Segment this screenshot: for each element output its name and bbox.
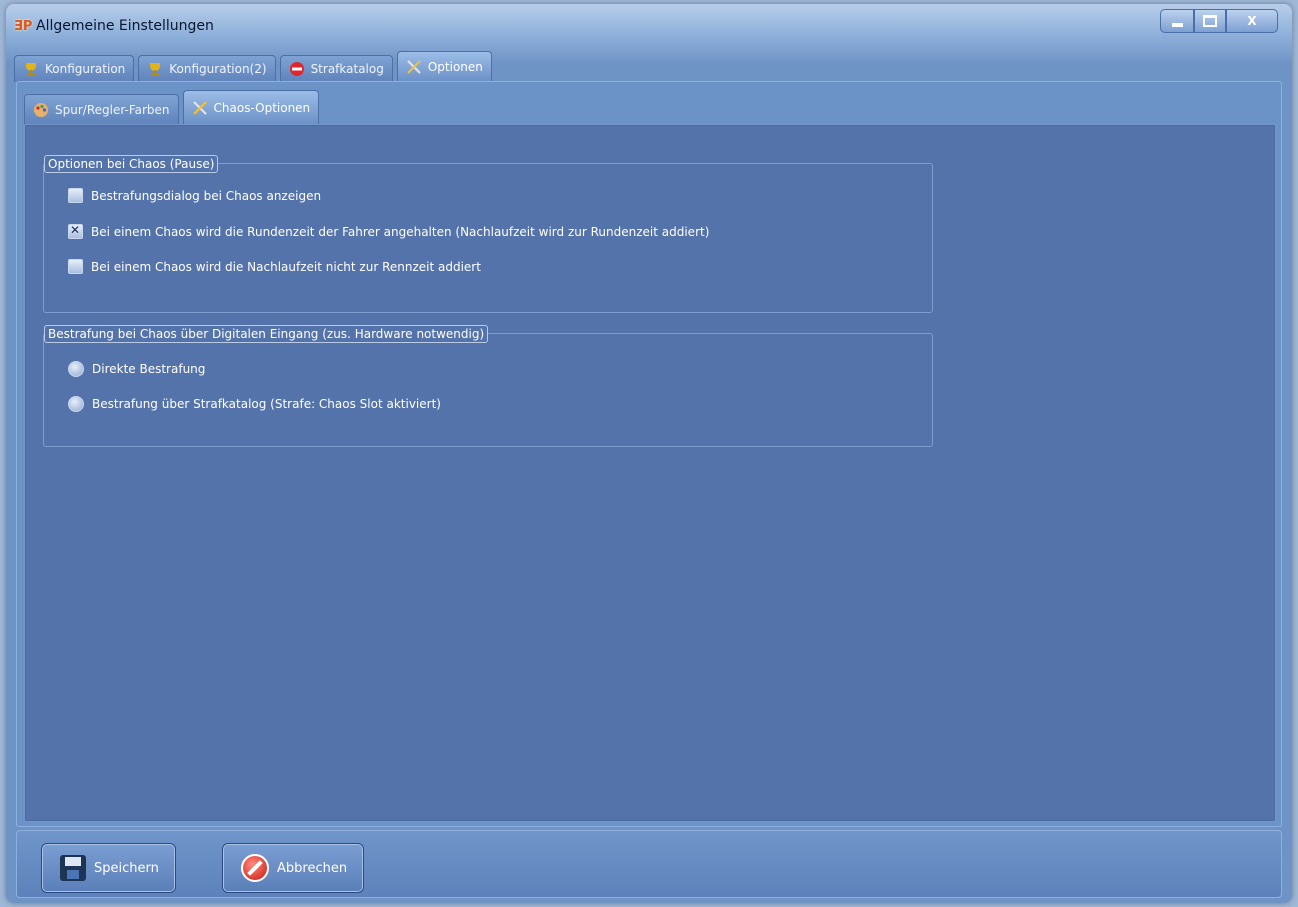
group-legend: Bestrafung bei Chaos über Digitalen Eing…: [44, 325, 489, 343]
chaos-optionen-panel: Optionen bei Chaos (Pause) Bestrafungsdi…: [24, 124, 1276, 822]
outer-tab-bar: Konfiguration Konfiguration(2) Strafkata…: [14, 51, 496, 82]
trophy-icon: [150, 63, 161, 76]
tab-spur-regler-farben[interactable]: Spur/Regler-Farben: [24, 94, 179, 125]
option-penalty-catalog[interactable]: Bestrafung über Strafkatalog (Strafe: Ch…: [68, 396, 441, 412]
radio-button[interactable]: [68, 361, 84, 377]
trophy-icon: [26, 63, 36, 76]
no-entry-icon: [289, 62, 304, 76]
close-button[interactable]: X: [1226, 9, 1278, 33]
option-no-race-time-add[interactable]: Bei einem Chaos wird die Nachlaufzeit ni…: [68, 259, 481, 274]
tab-label: Konfiguration: [45, 62, 126, 76]
checkbox[interactable]: [68, 259, 83, 274]
option-show-penalty-dialog[interactable]: Bestrafungsdialog bei Chaos anzeigen: [68, 188, 321, 203]
tab-chaos-optionen[interactable]: Chaos-Optionen: [182, 90, 320, 125]
settings-window: ƎP Allgemeine Einstellungen X Konfigurat…: [6, 4, 1292, 903]
radio-button[interactable]: [68, 396, 84, 412]
save-label: Speichern: [94, 860, 159, 876]
app-logo-icon: ƎP: [14, 19, 33, 34]
tab-konfiguration-2[interactable]: Konfiguration(2): [138, 55, 276, 82]
tab-label: Spur/Regler-Farben: [55, 103, 170, 117]
tab-label: Konfiguration(2): [169, 62, 267, 76]
minimize-icon: [1171, 23, 1183, 27]
close-icon: X: [1247, 14, 1257, 28]
option-label: Direkte Bestrafung: [92, 362, 206, 376]
option-label: Bestrafungsdialog bei Chaos anzeigen: [91, 188, 322, 203]
title-bar[interactable]: ƎP Allgemeine Einstellungen X: [6, 4, 1292, 44]
cancel-button[interactable]: Abbrechen: [222, 843, 365, 893]
maximize-icon: [1203, 15, 1217, 27]
cancel-icon: [241, 854, 269, 882]
floppy-disk-icon: [60, 855, 86, 881]
tab-optionen[interactable]: Optionen: [396, 51, 492, 82]
save-button[interactable]: Speichern: [41, 843, 176, 893]
option-label: Bestrafung über Strafkatalog (Strafe: Ch…: [92, 397, 441, 411]
window-controls: X: [1160, 9, 1278, 33]
cancel-label: Abbrechen: [277, 860, 348, 876]
group-digital-input: Bestrafung bei Chaos über Digitalen Eing…: [43, 325, 933, 447]
checkbox-checked[interactable]: [68, 223, 83, 239]
tab-label: Optionen: [427, 60, 483, 74]
option-label: Bei einem Chaos wird die Rundenzeit der …: [91, 224, 710, 239]
palette-icon: [34, 103, 48, 117]
tab-label: Chaos-Optionen: [213, 101, 311, 115]
minimize-button[interactable]: [1160, 9, 1194, 33]
tools-icon: [407, 60, 421, 74]
tools-icon: [192, 101, 207, 115]
tab-konfiguration[interactable]: Konfiguration: [14, 55, 135, 82]
maximize-button[interactable]: [1194, 9, 1226, 33]
tab-strafkatalog[interactable]: Strafkatalog: [279, 55, 393, 82]
window-title: Allgemeine Einstellungen: [36, 18, 214, 34]
group-legend: Optionen bei Chaos (Pause): [44, 155, 219, 173]
option-label: Bei einem Chaos wird die Nachlaufzeit ni…: [91, 259, 481, 274]
button-bar: Speichern Abbrechen: [16, 830, 1282, 898]
option-direct-penalty[interactable]: Direkte Bestrafung: [68, 361, 205, 377]
group-pause-options: Optionen bei Chaos (Pause) Bestrafungsdi…: [43, 155, 933, 313]
checkbox[interactable]: [68, 188, 83, 203]
tab-label: Strafkatalog: [310, 62, 384, 76]
inner-tab-bar: Spur/Regler-Farben Chaos-Optionen: [24, 90, 323, 125]
option-stop-lap-time[interactable]: Bei einem Chaos wird die Rundenzeit der …: [68, 223, 710, 239]
